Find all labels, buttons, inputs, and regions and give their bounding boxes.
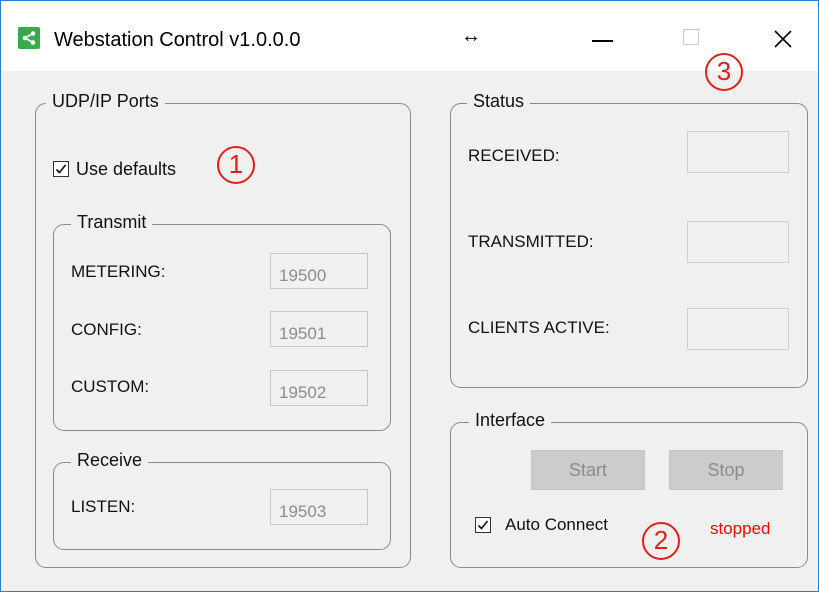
custom-label: CUSTOM: bbox=[71, 377, 150, 396]
title-bar[interactable]: Webstation Control v1.0.0.0 ↔ bbox=[1, 1, 818, 71]
annotation-marker-3: 3 bbox=[705, 53, 743, 91]
receive-group: Receive LISTEN: 19503 bbox=[53, 450, 391, 550]
transmitted-label: TRANSMITTED: bbox=[468, 232, 594, 251]
transmit-group: Transmit METERING: 19500 CONFIG: 19501 C… bbox=[53, 212, 391, 431]
checkmark-icon bbox=[55, 164, 67, 174]
status-legend: Status bbox=[467, 91, 531, 112]
use-defaults-label[interactable]: Use defaults bbox=[76, 159, 176, 180]
transmit-legend: Transmit bbox=[71, 212, 153, 233]
close-icon bbox=[774, 30, 792, 48]
status-group: Status RECEIVED: TRANSMITTED: CLIENTS AC… bbox=[450, 91, 808, 388]
annotation-marker-1: 1 bbox=[217, 146, 255, 184]
clients-active-label: CLIENTS ACTIVE: bbox=[468, 318, 610, 337]
maximize-button[interactable] bbox=[673, 21, 713, 57]
received-field bbox=[687, 131, 789, 173]
close-button[interactable] bbox=[763, 21, 803, 57]
interface-group: Interface Start Stop Auto Connect stoppe… bbox=[450, 410, 808, 568]
metering-port-field[interactable]: 19500 bbox=[270, 253, 368, 289]
stop-button[interactable]: Stop bbox=[669, 450, 783, 490]
start-button[interactable]: Start bbox=[531, 450, 645, 490]
use-defaults-checkbox[interactable] bbox=[53, 161, 69, 177]
app-window: Webstation Control v1.0.0.0 ↔ UDP/IP Por… bbox=[0, 0, 819, 592]
transmitted-field bbox=[687, 221, 789, 263]
config-label: CONFIG: bbox=[71, 320, 142, 339]
connection-status-text: stopped bbox=[710, 519, 771, 538]
window-title: Webstation Control v1.0.0.0 bbox=[54, 29, 301, 51]
custom-port-field[interactable]: 19502 bbox=[270, 370, 368, 406]
receive-legend: Receive bbox=[71, 450, 149, 471]
interface-legend: Interface bbox=[469, 410, 552, 431]
config-port-field[interactable]: 19501 bbox=[270, 311, 368, 347]
annotation-marker-2: 2 bbox=[642, 522, 680, 560]
checkmark-icon bbox=[477, 520, 489, 530]
metering-label: METERING: bbox=[71, 262, 166, 281]
auto-connect-label[interactable]: Auto Connect bbox=[505, 515, 608, 535]
listen-port-field[interactable]: 19503 bbox=[270, 489, 368, 525]
clients-active-field bbox=[687, 308, 789, 350]
received-label: RECEIVED: bbox=[468, 146, 560, 165]
listen-label: LISTEN: bbox=[71, 497, 136, 516]
udp-ip-ports-legend: UDP/IP Ports bbox=[46, 91, 165, 112]
minimize-button[interactable] bbox=[581, 21, 621, 57]
auto-connect-checkbox[interactable] bbox=[475, 517, 491, 533]
share-icon bbox=[18, 27, 40, 49]
resize-cursor-icon: ↔ bbox=[461, 25, 481, 47]
